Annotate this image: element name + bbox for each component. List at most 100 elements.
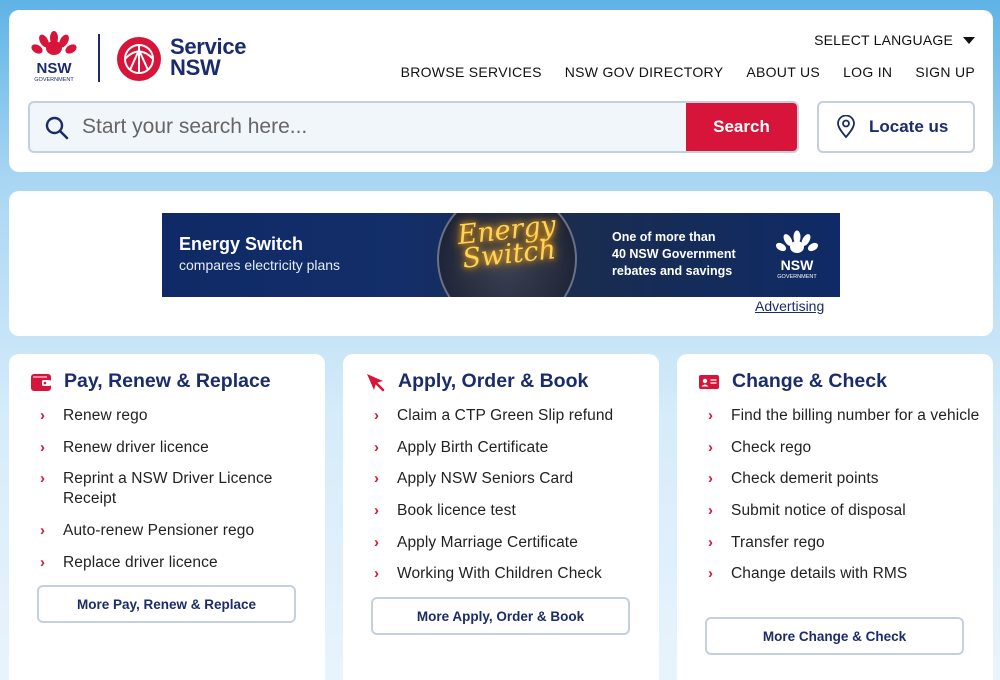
location-pin-icon — [837, 115, 855, 139]
list-item[interactable]: › Renew rego — [40, 406, 315, 426]
chevron-right-icon: › — [374, 502, 380, 520]
chevron-right-icon: › — [374, 565, 380, 583]
list-item[interactable]: › Apply NSW Seniors Card — [374, 469, 649, 489]
list-item[interactable]: › Reprint a NSW Driver Licence Receipt — [40, 469, 315, 509]
banner-title: Energy Switch — [179, 234, 304, 254]
list-item-label: Auto-renew Pensioner rego — [63, 522, 255, 540]
list-item[interactable]: › Replace driver licence — [40, 553, 315, 573]
nsw-logo-subtext: GOVERNMENT — [34, 77, 74, 83]
list-item[interactable]: › Auto-renew Pensioner rego — [40, 521, 315, 541]
site-header: NSW GOVERNMENT Service NSW SELECT LANGUA… — [9, 10, 993, 172]
nav-sign-up[interactable]: SIGN UP — [915, 64, 975, 80]
search-icon — [45, 116, 69, 140]
more-apply-order-book-button[interactable]: More Apply, Order & Book — [371, 597, 630, 635]
chevron-right-icon: › — [40, 407, 46, 424]
list-item[interactable]: › Check demerit points — [708, 469, 983, 489]
card-title[interactable]: Change & Check — [732, 370, 887, 393]
chevron-right-icon: › — [374, 438, 380, 456]
list-item[interactable]: › Book licence test — [374, 501, 649, 521]
card-change-check: Change & Check › Find the billing number … — [677, 354, 993, 680]
select-language-dropdown[interactable]: SELECT LANGUAGE — [814, 32, 975, 48]
search-bar: Search — [28, 101, 799, 153]
banner-subtitle: compares electricity plans — [179, 257, 341, 273]
service-nsw-logo[interactable]: Service NSW — [116, 34, 261, 84]
card-pay-renew-replace: Pay, Renew & Replace › Renew rego › Renew … — [9, 354, 325, 680]
select-language-label: SELECT LANGUAGE — [814, 32, 953, 48]
chevron-right-icon: › — [708, 470, 714, 488]
cursor-icon — [367, 373, 385, 391]
search-input[interactable] — [82, 103, 682, 151]
nav-nsw-gov-directory[interactable]: NSW GOV DIRECTORY — [565, 64, 724, 80]
card-title[interactable]: Apply, Order & Book — [398, 370, 588, 393]
list-item[interactable]: › Submit notice of disposal — [708, 501, 983, 521]
list-item-label: Check rego — [731, 438, 812, 456]
service-wordmark-line2: NSW — [170, 55, 221, 80]
chevron-right-icon: › — [708, 502, 714, 520]
list-item-label: Check demerit points — [731, 470, 879, 488]
nav-browse-services[interactable]: BROWSE SERVICES — [401, 64, 542, 80]
chevron-right-icon: › — [708, 565, 714, 583]
list-item[interactable]: › Find the billing number for a vehicle — [708, 406, 983, 426]
nav-about-us[interactable]: ABOUT US — [746, 64, 820, 80]
list-item[interactable]: › Transfer rego — [708, 533, 983, 553]
search-button[interactable]: Search — [686, 103, 797, 151]
list-item-label: Apply Birth Certificate — [397, 438, 549, 456]
card-header: Change & Check — [698, 370, 887, 393]
advertising-link[interactable]: Advertising — [755, 298, 824, 314]
chevron-right-icon: › — [374, 533, 380, 551]
top-navigation: BROWSE SERVICES NSW GOV DIRECTORY ABOUT … — [401, 64, 975, 80]
banner-logo-subtext: GOVERNMENT — [777, 274, 817, 280]
chevron-right-icon: › — [40, 522, 46, 540]
card-link-list: › Find the billing number for a vehicle ›… — [708, 406, 983, 596]
wallet-icon — [31, 373, 51, 391]
list-item-label: Change details with RMS — [731, 565, 908, 583]
list-item-label: Submit notice of disposal — [731, 502, 906, 520]
banner-right-line1: One of more than — [612, 230, 716, 244]
more-pay-renew-replace-button[interactable]: More Pay, Renew & Replace — [37, 585, 296, 623]
energy-switch-banner[interactable]: Energy Switch compares electricity plans… — [162, 213, 840, 297]
card-title[interactable]: Pay, Renew & Replace — [64, 370, 271, 393]
list-item[interactable]: › Working With Children Check — [374, 564, 649, 584]
nav-log-in[interactable]: LOG IN — [843, 64, 892, 80]
nsw-logo-text: NSW — [37, 60, 73, 77]
locate-us-button[interactable]: Locate us — [817, 101, 975, 153]
chevron-right-icon: › — [374, 407, 380, 424]
list-item-label: Renew driver licence — [63, 438, 209, 456]
nsw-government-logo[interactable]: NSW GOVERNMENT — [29, 30, 79, 84]
list-item-label: Find the billing number for a vehicle — [731, 407, 980, 424]
chevron-right-icon: › — [40, 553, 46, 571]
chevron-right-icon: › — [40, 470, 46, 488]
list-item[interactable]: › Change details with RMS — [708, 564, 983, 584]
chevron-right-icon: › — [708, 533, 714, 551]
service-nsw-emblem-icon — [117, 37, 161, 81]
card-header: Apply, Order & Book — [364, 370, 588, 393]
list-item-label: Book licence test — [397, 502, 516, 520]
list-item[interactable]: › Renew driver licence — [40, 438, 315, 458]
list-item-label: Apply Marriage Certificate — [397, 533, 578, 551]
list-item[interactable]: › Claim a CTP Green Slip refund — [374, 406, 649, 426]
banner-logo-text: NSW — [781, 257, 814, 273]
list-item[interactable]: › Apply Birth Certificate — [374, 438, 649, 458]
card-header: Pay, Renew & Replace — [30, 370, 271, 393]
list-item-label: Renew rego — [63, 407, 148, 424]
caret-down-icon — [963, 36, 975, 44]
more-change-check-button[interactable]: More Change & Check — [705, 617, 964, 655]
list-item-label: Replace driver licence — [63, 553, 218, 571]
list-item[interactable]: › Check rego — [708, 438, 983, 458]
id-card-icon — [699, 374, 719, 389]
list-item[interactable]: › Apply Marriage Certificate — [374, 533, 649, 553]
service-nsw-wordmark: Service NSW — [170, 36, 247, 80]
card-link-list: › Renew rego › Renew driver licence › Repri… — [40, 406, 315, 584]
advertisement-panel: Energy Switch compares electricity plans… — [9, 191, 993, 336]
chevron-right-icon: › — [374, 470, 380, 488]
waratah-icon: NSW GOVERNMENT — [31, 31, 77, 83]
card-apply-order-book: Apply, Order & Book › Claim a CTP Green S… — [343, 354, 659, 680]
chevron-right-icon: › — [708, 407, 714, 424]
list-item-label: Claim a CTP Green Slip refund — [397, 407, 614, 424]
banner-right-line3: rebates and savings — [612, 264, 733, 278]
locate-us-label: Locate us — [869, 117, 949, 136]
list-item-label: Working With Children Check — [397, 565, 602, 583]
list-item-label: Apply NSW Seniors Card — [397, 470, 574, 488]
card-link-list: › Claim a CTP Green Slip refund › Apply Bi… — [374, 406, 649, 596]
banner-rebates-text: One of more than 40 NSW Government rebat… — [612, 229, 736, 280]
